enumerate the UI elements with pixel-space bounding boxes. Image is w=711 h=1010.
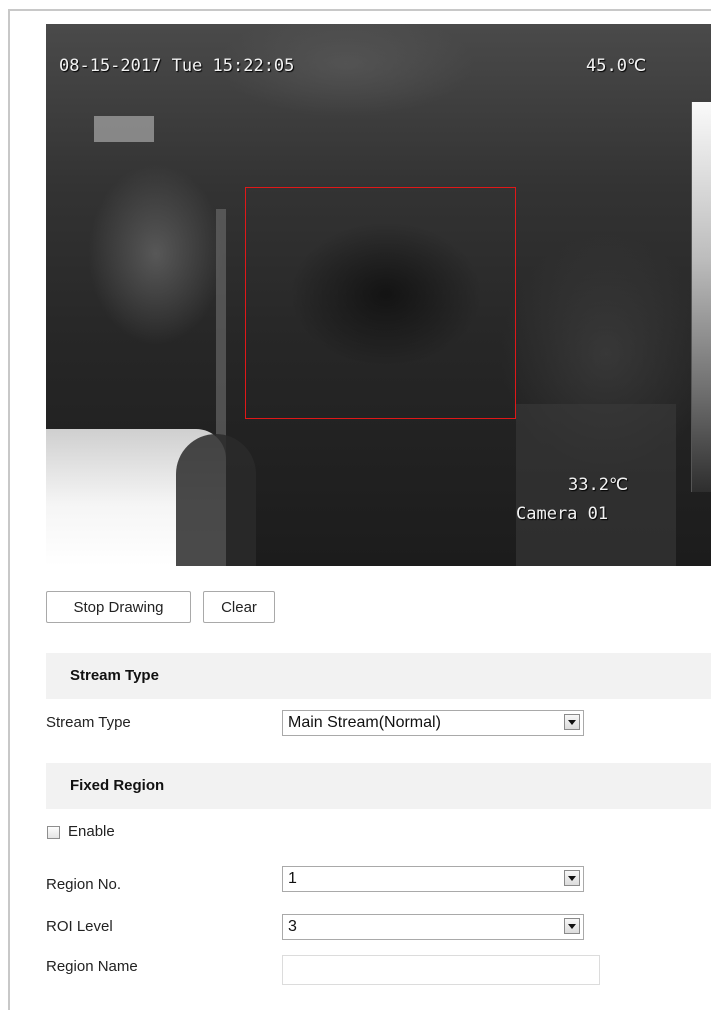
region-no-label: Region No. bbox=[46, 876, 122, 893]
video-plant bbox=[176, 434, 256, 566]
fixed-region-section-header: Fixed Region bbox=[46, 763, 711, 809]
osd-camera-name: Camera 01 bbox=[516, 504, 609, 524]
roi-level-selected-value: 3 bbox=[288, 918, 297, 935]
chevron-down-icon[interactable] bbox=[564, 714, 580, 730]
enable-label: Enable bbox=[68, 823, 115, 840]
osd-datetime: 08-15-2017 Tue 15:22:05 bbox=[59, 56, 295, 76]
roi-level-select[interactable]: 3 bbox=[282, 914, 584, 940]
enable-checkbox[interactable] bbox=[47, 826, 60, 839]
region-name-input[interactable] bbox=[282, 955, 600, 985]
stop-drawing-button[interactable]: Stop Drawing bbox=[46, 591, 191, 623]
osd-max-temperature: 45.0℃ bbox=[586, 56, 647, 76]
stream-type-label: Stream Type bbox=[46, 714, 131, 731]
frame-border-left bbox=[8, 9, 10, 1010]
frame-border-top bbox=[8, 9, 711, 11]
video-bright-window bbox=[94, 116, 154, 142]
chevron-down-icon[interactable] bbox=[564, 870, 580, 886]
roi-level-label: ROI Level bbox=[46, 918, 113, 935]
temperature-scale-bar bbox=[691, 102, 711, 492]
stream-type-selected-value: Main Stream(Normal) bbox=[288, 714, 441, 731]
osd-min-temperature: 33.2℃ bbox=[568, 475, 629, 495]
clear-button[interactable]: Clear bbox=[203, 591, 275, 623]
stream-type-select[interactable]: Main Stream(Normal) bbox=[282, 710, 584, 736]
stream-type-section-title: Stream Type bbox=[70, 667, 159, 684]
region-name-label: Region Name bbox=[46, 958, 138, 975]
fixed-region-section-title: Fixed Region bbox=[70, 777, 165, 794]
chevron-down-icon[interactable] bbox=[564, 918, 580, 934]
region-no-select[interactable]: 1 bbox=[282, 866, 584, 892]
live-video-view[interactable]: 08-15-2017 Tue 15:22:05 45.0℃ 33.2℃ Came… bbox=[46, 24, 711, 566]
region-no-selected-value: 1 bbox=[288, 870, 297, 887]
stream-type-section-header: Stream Type bbox=[46, 653, 711, 699]
roi-rectangle[interactable] bbox=[245, 187, 516, 419]
